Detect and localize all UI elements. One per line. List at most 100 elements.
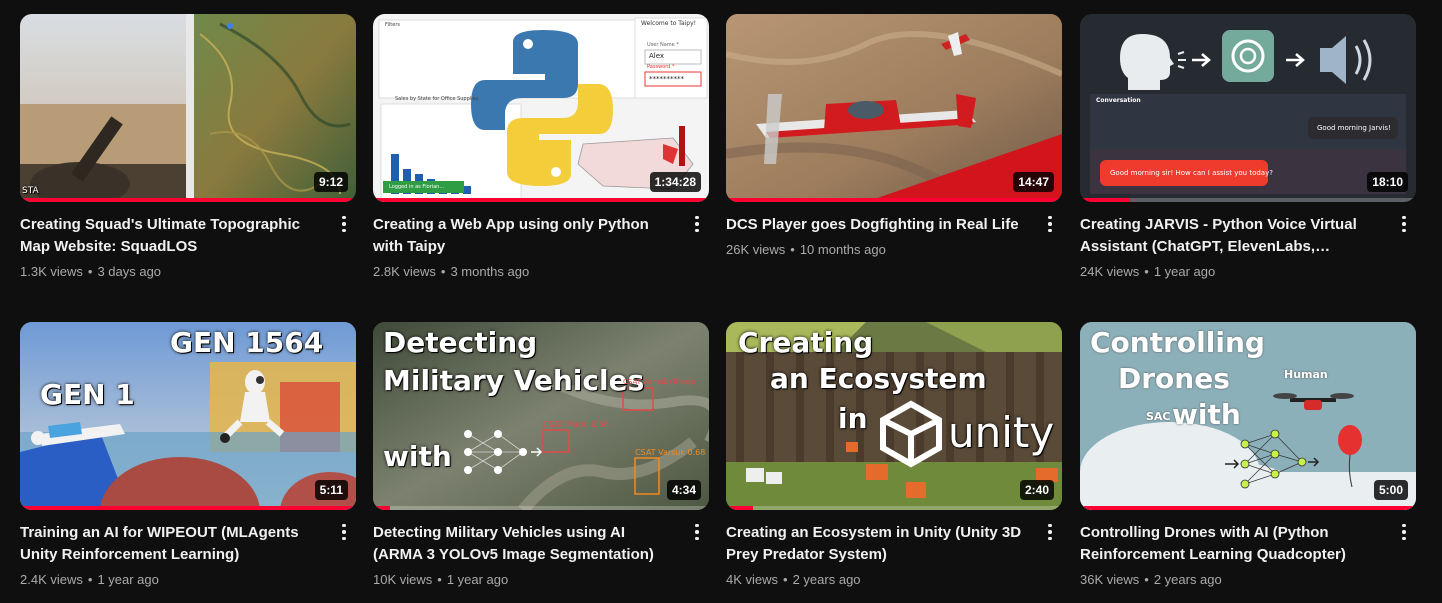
video-stats: 36K views • 2 years ago xyxy=(1080,572,1222,587)
video-meta: Controlling Drones with AI (Python Reinf… xyxy=(1080,510,1416,587)
upload-age: 3 days ago xyxy=(97,264,162,279)
video-stats: 4K views • 2 years ago xyxy=(726,572,861,587)
video-title[interactable]: Training an AI for WIPEOUT (MLAgents Uni… xyxy=(20,522,320,566)
more-actions-icon[interactable] xyxy=(1038,520,1062,544)
video-stats: 2.8K views • 3 months ago xyxy=(373,264,530,279)
thumbnail-art xyxy=(20,14,356,202)
duration-badge: 14:47 xyxy=(1013,172,1054,192)
assistant-message: Good morning sir! How can I assist you t… xyxy=(1110,169,1273,177)
overlay-line-1: Controlling xyxy=(1090,326,1265,359)
video-thumbnail[interactable]: Detecting Military Vehicles with CSAT Za… xyxy=(373,322,709,510)
detection-label-2: CSAT Marid 0.56 xyxy=(543,420,609,429)
video-card[interactable]: GEN 1564 GEN 1 5:11 Training an AI for W… xyxy=(20,322,356,587)
more-actions-icon[interactable] xyxy=(332,520,356,544)
overlay-line-2: an Ecosystem xyxy=(770,362,987,395)
video-thumbnail[interactable]: 14:47 xyxy=(726,14,1062,202)
more-actions-icon[interactable] xyxy=(332,212,356,236)
upload-age: 10 months ago xyxy=(799,242,886,257)
overlay-line-3: with xyxy=(1172,398,1241,431)
overlay-line-1: Detecting xyxy=(383,326,538,359)
video-card[interactable]: Creating an Ecosystem in unity 2:40 Crea… xyxy=(726,322,1062,587)
view-count: 10K views xyxy=(373,572,433,587)
duration-badge: 5:11 xyxy=(314,480,348,500)
overlay-line-1: Creating xyxy=(738,326,874,359)
video-stats: 2.4K views • 1 year ago xyxy=(20,572,159,587)
filters-label: Filters xyxy=(385,22,400,28)
view-count: 26K views xyxy=(726,242,786,257)
human-label: Human xyxy=(1284,368,1328,381)
welcome-text: Welcome to Taipy! xyxy=(641,20,697,27)
view-count: 36K views xyxy=(1080,572,1140,587)
thumbnail-art xyxy=(726,14,1062,202)
more-actions-icon[interactable] xyxy=(1038,212,1062,236)
user-message: Good morning Jarvis! xyxy=(1317,124,1391,132)
video-grid: STA 9:12 Creating Squad's Ultimate Topog… xyxy=(0,0,1442,603)
overlay-line-2: Drones xyxy=(1118,362,1230,395)
video-thumbnail[interactable]: Welcome to Taipy! User Name * Alex Passw… xyxy=(373,14,709,202)
duration-badge: 5:00 xyxy=(1373,480,1408,500)
duration-badge: 4:34 xyxy=(666,480,701,500)
video-title[interactable]: Detecting Military Vehicles using AI (AR… xyxy=(373,522,673,566)
video-meta: Training an AI for WIPEOUT (MLAgents Uni… xyxy=(20,510,356,587)
video-meta: Creating a Web App using only Python wit… xyxy=(373,202,709,279)
view-count: 24K views xyxy=(1080,264,1140,279)
video-meta: DCS Player goes Dogfighting in Real Life… xyxy=(726,202,1062,257)
video-thumbnail[interactable]: Creating an Ecosystem in unity 2:40 xyxy=(726,322,1062,510)
chart-title: Sales by State for Office Supplies xyxy=(395,96,479,102)
video-stats: 1.3K views • 3 days ago xyxy=(20,264,162,279)
upload-age: 3 months ago xyxy=(450,264,530,279)
video-title[interactable]: Creating JARVIS - Python Voice Virtual A… xyxy=(1080,214,1380,258)
detection-label-3: CSAT Varsuk 0.68 xyxy=(635,448,706,457)
video-stats: 26K views • 10 months ago xyxy=(726,242,886,257)
view-count: 2.8K views xyxy=(373,264,436,279)
username-label: User Name * xyxy=(647,42,679,48)
video-card[interactable]: Detecting Military Vehicles with CSAT Za… xyxy=(373,322,709,587)
video-title[interactable]: Controlling Drones with AI (Python Reinf… xyxy=(1080,522,1380,566)
video-meta: Detecting Military Vehicles using AI (AR… xyxy=(373,510,709,587)
overlay-line-3: with xyxy=(383,440,452,473)
upload-age: 2 years ago xyxy=(1153,572,1222,587)
unity-logo-text: unity xyxy=(948,408,1055,457)
more-actions-icon[interactable] xyxy=(1392,520,1416,544)
detection-label-1: CSAT Zamak (Transp xyxy=(623,378,696,386)
video-thumbnail[interactable]: Conversation Good morning Jarvis! Good m… xyxy=(1080,14,1416,202)
video-thumbnail[interactable]: GEN 1564 GEN 1 5:11 xyxy=(20,322,356,510)
video-stats: 10K views • 1 year ago xyxy=(373,572,509,587)
video-card[interactable]: Controlling Drones with Human SAC 5:00 C… xyxy=(1080,322,1416,587)
view-count: 2.4K views xyxy=(20,572,83,587)
more-actions-icon[interactable] xyxy=(685,520,709,544)
password-value: ********** xyxy=(649,75,684,83)
video-title[interactable]: DCS Player goes Dogfighting in Real Life xyxy=(726,214,1026,236)
duration-badge: 2:40 xyxy=(1019,480,1054,500)
video-card[interactable]: Conversation Good morning Jarvis! Good m… xyxy=(1080,14,1416,279)
video-card[interactable]: Welcome to Taipy! User Name * Alex Passw… xyxy=(373,14,709,279)
upload-age: 1 year ago xyxy=(1153,264,1216,279)
video-card[interactable]: STA 9:12 Creating Squad's Ultimate Topog… xyxy=(20,14,356,279)
conversation-label: Conversation xyxy=(1096,97,1141,104)
more-actions-icon[interactable] xyxy=(685,212,709,236)
duration-badge: 1:34:28 xyxy=(649,172,701,192)
upload-age: 2 years ago xyxy=(792,572,861,587)
upload-age: 1 year ago xyxy=(97,572,159,587)
video-title[interactable]: Creating Squad's Ultimate Topographic Ma… xyxy=(20,214,320,258)
username-value: Alex xyxy=(649,52,665,60)
video-meta: Creating an Ecosystem in Unity (Unity 3D… xyxy=(726,510,1062,587)
video-title[interactable]: Creating an Ecosystem in Unity (Unity 3D… xyxy=(726,522,1026,566)
video-thumbnail[interactable]: STA 9:12 xyxy=(20,14,356,202)
overlay-gen-a: GEN 1564 xyxy=(170,326,324,359)
more-actions-icon[interactable] xyxy=(1392,212,1416,236)
login-toast: Logged in as Florian... xyxy=(383,181,465,193)
upload-age: 1 year ago xyxy=(446,572,509,587)
overlay-line-3: in xyxy=(838,402,868,435)
video-meta: Creating JARVIS - Python Voice Virtual A… xyxy=(1080,202,1416,279)
video-thumbnail[interactable]: Controlling Drones with Human SAC 5:00 xyxy=(1080,322,1416,510)
duration-badge: 18:10 xyxy=(1367,172,1408,192)
video-card[interactable]: 14:47 DCS Player goes Dogfighting in Rea… xyxy=(726,14,1062,257)
duration-badge: 9:12 xyxy=(313,172,348,192)
view-count: 1.3K views xyxy=(20,264,83,279)
password-label: Password * xyxy=(647,64,675,70)
video-meta: Creating Squad's Ultimate Topographic Ma… xyxy=(20,202,356,279)
overlay-line-2: Military Vehicles xyxy=(383,364,645,397)
hud-label: STA xyxy=(22,186,39,196)
video-title[interactable]: Creating a Web App using only Python wit… xyxy=(373,214,673,258)
